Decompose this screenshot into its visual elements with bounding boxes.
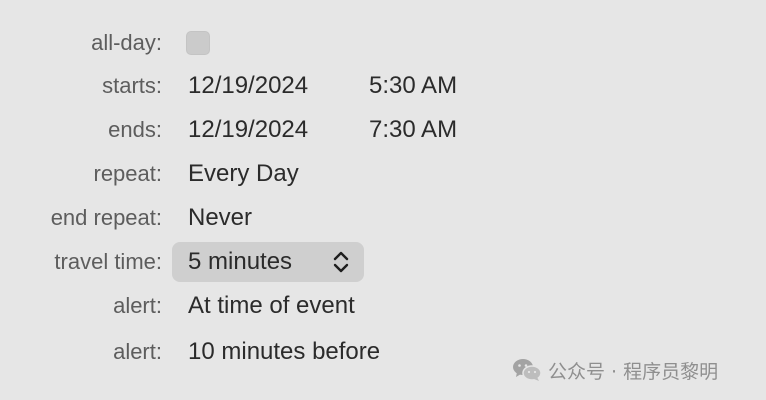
all-day-row: all-day: [0,27,766,59]
start-date-field[interactable]: 12/19/2024 [188,70,308,102]
travel-time-popup[interactable]: 5 minutes [172,242,364,282]
repeat-label: repeat: [93,161,163,186]
alert-value-2[interactable]: 10 minutes before [188,336,380,368]
wechat-icon [512,357,542,383]
starts-label: starts: [102,73,162,98]
repeat-row: repeat: Every Day [0,158,766,190]
watermark-text: 公众号 · 程序员黎明 [548,360,719,383]
alert-label-1: alert: [113,293,162,318]
end-repeat-value[interactable]: Never [188,202,252,234]
alert-label-2: alert: [113,339,162,364]
alert-row-1: alert: At time of event [0,290,766,322]
all-day-label: all-day: [91,30,162,55]
ends-row: ends: 12/19/2024 7:30 AM [0,114,766,146]
travel-time-label: travel time: [54,249,162,274]
chevron-up-down-icon [332,250,350,274]
all-day-checkbox[interactable] [186,31,210,55]
end-date-field[interactable]: 12/19/2024 [188,114,308,146]
watermark: 公众号 · 程序员黎明 [512,356,718,384]
travel-time-value: 5 minutes [188,248,293,275]
alert-value-1[interactable]: At time of event [188,290,355,322]
start-time-field[interactable]: 5:30 AM [369,70,457,102]
repeat-value[interactable]: Every Day [188,158,299,190]
ends-label: ends: [108,117,162,142]
starts-row: starts: 12/19/2024 5:30 AM [0,70,766,102]
end-time-field[interactable]: 7:30 AM [369,114,457,146]
end-repeat-label: end repeat: [50,205,162,230]
travel-time-row: travel time: 5 minutes [0,242,766,282]
end-repeat-row: end repeat: Never [0,202,766,234]
